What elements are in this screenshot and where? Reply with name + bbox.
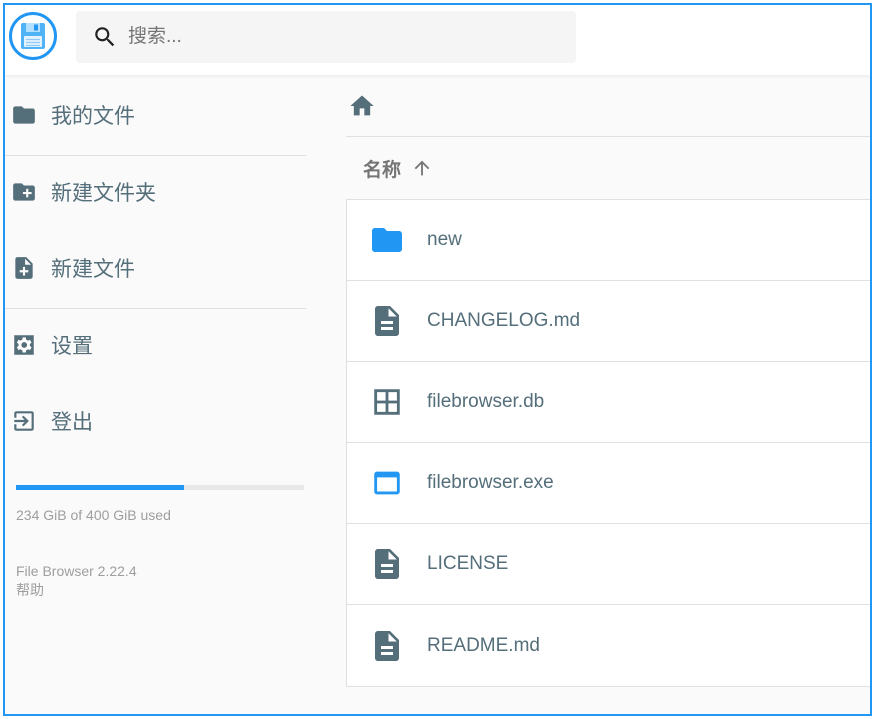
- file-row[interactable]: filebrowser.exe: [347, 443, 870, 524]
- storage-usage-fill: [16, 485, 185, 490]
- file-name: CHANGELOG.md: [427, 310, 581, 331]
- storage-usage-bar: [16, 485, 304, 490]
- sidebar-item-label: 新建文件: [51, 258, 135, 281]
- main-content: 名称 new CHANGELOG.md filebrowser.db fileb…: [346, 75, 870, 714]
- sidebar-item-settings[interactable]: 设置: [5, 313, 308, 377]
- file-name: new: [427, 229, 462, 250]
- file-row[interactable]: README.md: [347, 605, 870, 686]
- header-bar: [5, 5, 870, 75]
- breadcrumb: [346, 75, 870, 137]
- sidebar-item-label: 登出: [51, 411, 93, 434]
- grid-icon: [369, 384, 405, 420]
- version-text: File Browser 2.22.4: [16, 563, 137, 579]
- help-link[interactable]: 帮助: [16, 581, 137, 600]
- sidebar-item-my-files[interactable]: 我的文件: [5, 83, 308, 147]
- exit-icon: [11, 408, 37, 434]
- file-name: filebrowser.exe: [427, 472, 554, 493]
- sidebar: 我的文件 新建文件夹 新建文件 设置 登出 234 GiB of 400 GiB…: [5, 75, 308, 714]
- settings-icon: [11, 332, 37, 358]
- sidebar-item-label: 我的文件: [51, 105, 135, 128]
- description-icon: [369, 303, 405, 339]
- file-list: new CHANGELOG.md filebrowser.db filebrow…: [346, 199, 870, 687]
- file-name: LICENSE: [427, 553, 509, 574]
- arrow-up-icon: [411, 157, 433, 179]
- file-name: filebrowser.db: [427, 391, 545, 412]
- sidebar-item-logout[interactable]: 登出: [5, 389, 308, 453]
- search-icon: [95, 27, 115, 47]
- sidebar-item-new-file[interactable]: 新建文件: [5, 236, 308, 300]
- application-icon: [369, 465, 405, 501]
- column-header-name[interactable]: 名称: [346, 137, 870, 199]
- file-row[interactable]: filebrowser.db: [347, 362, 870, 443]
- search-input[interactable]: [128, 26, 548, 48]
- sidebar-item-label: 新建文件夹: [51, 182, 156, 205]
- sidebar-item-label: 设置: [51, 335, 93, 358]
- sidebar-divider: [5, 155, 306, 156]
- folder-icon: [11, 102, 37, 128]
- create-folder-icon: [11, 179, 37, 205]
- floppy-disk-icon: [21, 23, 45, 49]
- sidebar-item-new-folder[interactable]: 新建文件夹: [5, 160, 308, 224]
- search-box[interactable]: [76, 11, 576, 63]
- folder-icon: [369, 222, 405, 258]
- storage-usage-text: 234 GiB of 400 GiB used: [16, 507, 171, 523]
- description-icon: [369, 546, 405, 582]
- column-name-label: 名称: [363, 159, 402, 181]
- file-row[interactable]: CHANGELOG.md: [347, 281, 870, 362]
- credits: File Browser 2.22.4 帮助: [16, 562, 137, 600]
- file-row[interactable]: LICENSE: [347, 524, 870, 605]
- app-logo[interactable]: [9, 12, 57, 60]
- sidebar-divider: [5, 308, 306, 309]
- note-add-icon: [11, 255, 37, 281]
- description-icon: [369, 628, 405, 664]
- file-name: README.md: [427, 634, 540, 656]
- home-icon[interactable]: [348, 92, 376, 120]
- app-window: 我的文件 新建文件夹 新建文件 设置 登出: [3, 3, 872, 716]
- file-row[interactable]: new: [347, 200, 870, 281]
